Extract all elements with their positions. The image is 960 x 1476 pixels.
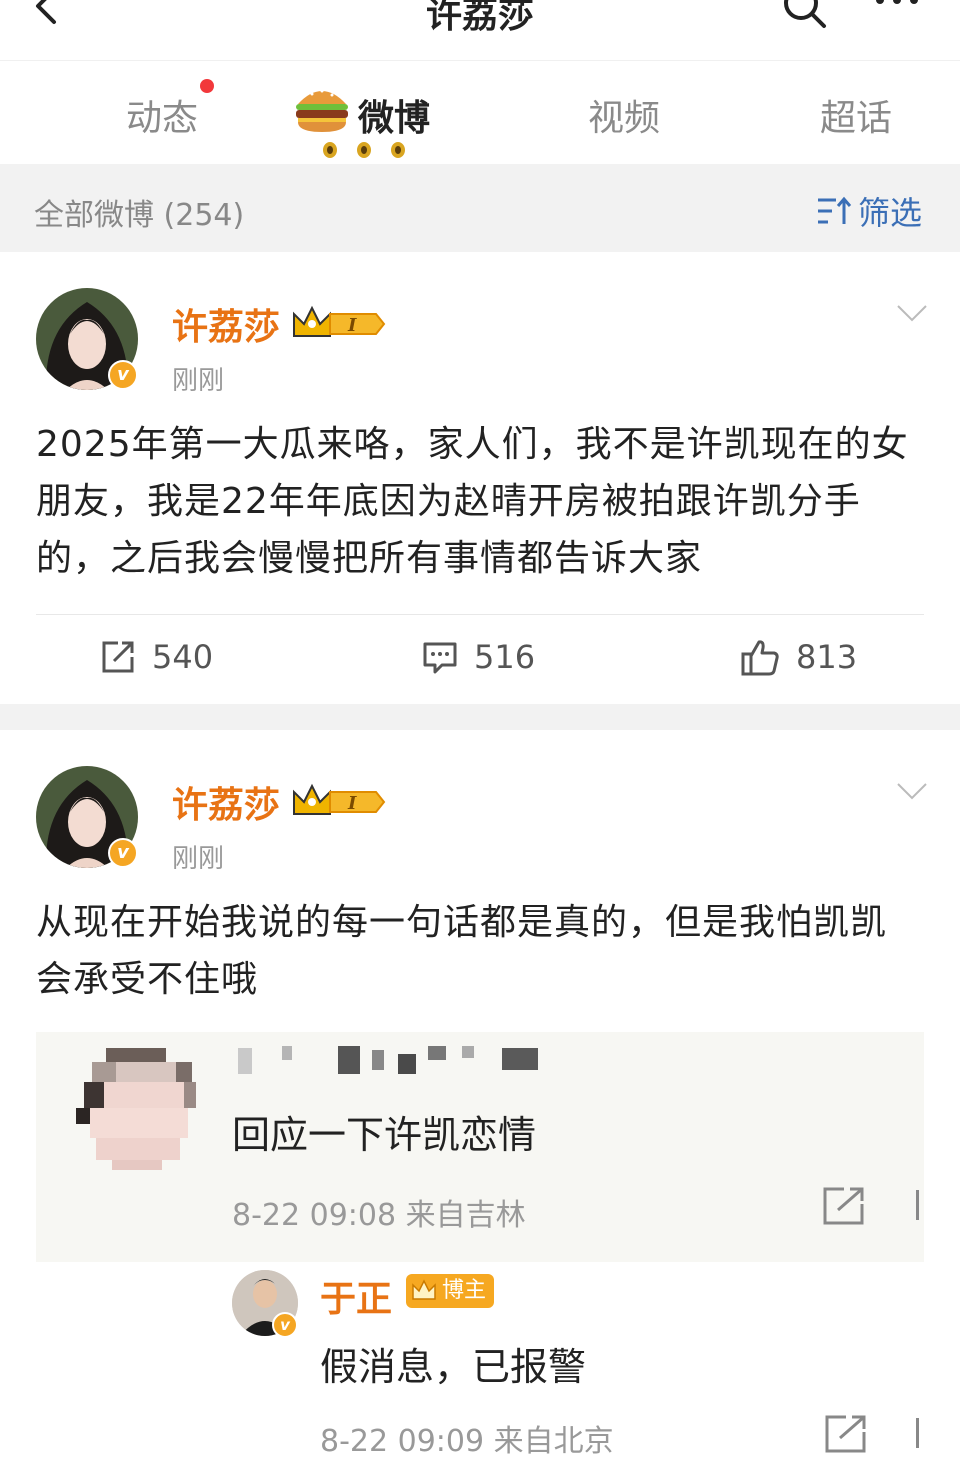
filter-bar: 全部微博 (254) 筛选 <box>0 164 960 252</box>
chevron-down-icon[interactable] <box>896 782 928 802</box>
svg-text:I: I <box>347 793 357 814</box>
divider <box>36 614 924 615</box>
thumbs-up-icon <box>741 640 779 676</box>
chevron-down-icon[interactable] <box>896 304 928 324</box>
top-bar: 许荔莎 <box>0 0 960 60</box>
blurred-avatar <box>76 1048 196 1170</box>
post-separator <box>0 704 960 730</box>
reply-text: 假消息，已报警 <box>320 1345 587 1389</box>
tab-dynamic[interactable]: 动态 <box>126 79 215 141</box>
author-reply: v 于正 博主 假消息，已报警 8-22 09:09 来自北京 <box>0 1262 960 1476</box>
share-icon[interactable] <box>822 1186 866 1226</box>
more-actions-icon[interactable] <box>916 1418 924 1448</box>
tab-super-topic[interactable]: 超话 <box>820 89 892 141</box>
profile-tabs: 动态 微博 视频 超话 <box>0 60 960 164</box>
filter-icon <box>817 196 852 224</box>
post-time: 刚刚 <box>172 844 225 874</box>
post-text: 从现在开始我说的每一句话都是真的，但是我怕凯凯会承受不住哦 <box>36 902 888 1000</box>
tab-video-label: 视频 <box>588 98 661 139</box>
comment-icon <box>423 642 457 674</box>
comment-button[interactable]: 516 <box>422 638 535 676</box>
like-count: 813 <box>796 638 858 676</box>
reply-author[interactable]: 于正 <box>320 1270 392 1322</box>
reply-meta: 8-22 09:09 来自北京 <box>320 1424 614 1459</box>
weibo-count: 全部微博 (254) <box>34 198 245 233</box>
coins-icon <box>323 142 405 158</box>
tab-weibo-label: 微博 <box>358 98 431 139</box>
blogger-badge: 博主 <box>406 1274 495 1308</box>
verified-badge-icon: v <box>108 838 138 868</box>
crown-badge-icon <box>412 1279 436 1300</box>
more-actions-icon[interactable] <box>916 1190 924 1220</box>
share-icon[interactable] <box>824 1414 868 1454</box>
vip-crown-icon: I <box>293 783 386 815</box>
repost-button[interactable]: 540 <box>100 638 213 676</box>
post-author[interactable]: 许荔莎 <box>172 298 280 350</box>
post-author[interactable]: 许荔莎 <box>172 776 280 828</box>
search-icon[interactable] <box>780 0 828 30</box>
comment-count: 516 <box>474 638 536 676</box>
tab-topic-label: 超话 <box>820 98 893 139</box>
like-button[interactable]: 813 <box>740 638 857 676</box>
more-icon[interactable] <box>872 0 922 10</box>
notification-dot <box>200 79 215 93</box>
vip-crown-icon: I <box>293 305 386 337</box>
verified-badge-icon: v <box>108 360 138 390</box>
tab-weibo[interactable]: 微博 <box>358 89 430 141</box>
post-time: 刚刚 <box>172 366 225 396</box>
weibo-post: v 许荔莎 I 刚刚 2025年第一大瓜来咯，家人们，我不是许凯现在的女朋友，我… <box>0 252 960 704</box>
repost-count: 540 <box>152 638 214 676</box>
verified-badge-icon: v <box>272 1312 298 1338</box>
repost-icon <box>102 641 134 673</box>
quoted-comment-text: 回应一下许凯恋情 <box>232 1113 537 1157</box>
blogger-badge-label: 博主 <box>442 1278 487 1303</box>
blurred-username <box>238 1046 538 1074</box>
tab-video[interactable]: 视频 <box>588 89 660 141</box>
quoted-comment-card[interactable]: 回应一下许凯恋情 8-22 09:08 来自吉林 <box>36 1032 924 1262</box>
tab-dynamic-label: 动态 <box>126 98 199 139</box>
filter-label: 筛选 <box>857 194 922 232</box>
post-text: 2025年第一大瓜来咯，家人们，我不是许凯现在的女朋友，我是22年年底因为赵晴开… <box>36 424 909 579</box>
quoted-comment-meta: 8-22 09:08 来自吉林 <box>232 1198 526 1233</box>
filter-button[interactable]: 筛选 <box>816 188 922 234</box>
svg-text:I: I <box>347 315 357 336</box>
burger-icon <box>296 89 348 132</box>
